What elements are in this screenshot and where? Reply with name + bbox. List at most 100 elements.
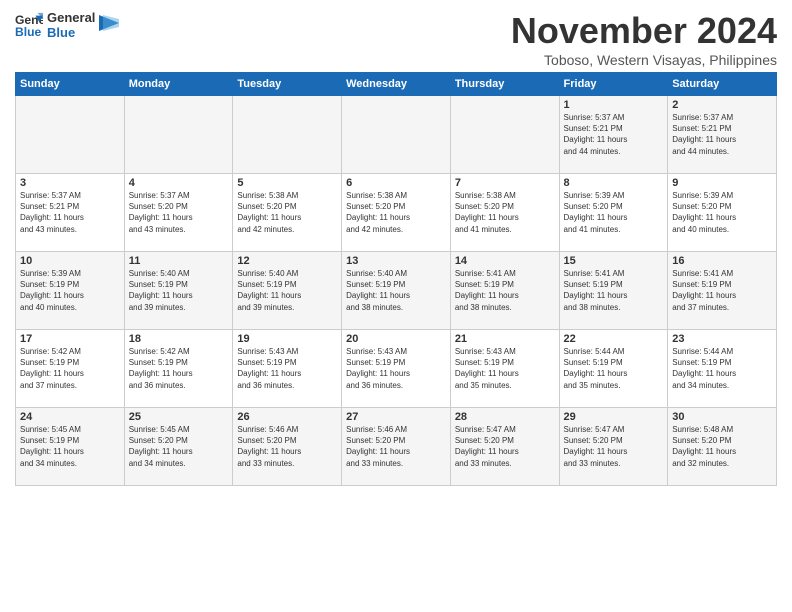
day-number: 30 <box>672 411 772 423</box>
day-cell <box>233 96 342 174</box>
day-cell: 17Sunrise: 5:42 AM Sunset: 5:19 PM Dayli… <box>16 330 125 408</box>
day-info: Sunrise: 5:39 AM Sunset: 5:19 PM Dayligh… <box>20 268 120 313</box>
day-number: 29 <box>564 411 664 423</box>
col-header-tuesday: Tuesday <box>233 73 342 96</box>
day-number: 14 <box>455 255 555 267</box>
day-info: Sunrise: 5:40 AM Sunset: 5:19 PM Dayligh… <box>237 268 337 313</box>
day-number: 16 <box>672 255 772 267</box>
header: General Blue General Blue November 2024 … <box>15 10 777 68</box>
day-info: Sunrise: 5:47 AM Sunset: 5:20 PM Dayligh… <box>455 424 555 469</box>
day-cell: 16Sunrise: 5:41 AM Sunset: 5:19 PM Dayli… <box>668 252 777 330</box>
day-cell <box>16 96 125 174</box>
day-info: Sunrise: 5:41 AM Sunset: 5:19 PM Dayligh… <box>455 268 555 313</box>
day-cell: 5Sunrise: 5:38 AM Sunset: 5:20 PM Daylig… <box>233 174 342 252</box>
day-info: Sunrise: 5:37 AM Sunset: 5:21 PM Dayligh… <box>564 112 664 157</box>
day-cell: 30Sunrise: 5:48 AM Sunset: 5:20 PM Dayli… <box>668 408 777 486</box>
day-number: 10 <box>20 255 120 267</box>
day-info: Sunrise: 5:45 AM Sunset: 5:20 PM Dayligh… <box>129 424 229 469</box>
day-number: 19 <box>237 333 337 345</box>
day-number: 1 <box>564 99 664 111</box>
day-info: Sunrise: 5:43 AM Sunset: 5:19 PM Dayligh… <box>237 346 337 391</box>
week-row-5: 24Sunrise: 5:45 AM Sunset: 5:19 PM Dayli… <box>16 408 777 486</box>
day-cell: 27Sunrise: 5:46 AM Sunset: 5:20 PM Dayli… <box>342 408 451 486</box>
day-number: 9 <box>672 177 772 189</box>
day-number: 3 <box>20 177 120 189</box>
col-header-sunday: Sunday <box>16 73 125 96</box>
month-title: November 2024 <box>511 10 777 52</box>
col-header-monday: Monday <box>124 73 233 96</box>
day-cell: 3Sunrise: 5:37 AM Sunset: 5:21 PM Daylig… <box>16 174 125 252</box>
day-cell: 28Sunrise: 5:47 AM Sunset: 5:20 PM Dayli… <box>450 408 559 486</box>
logo-icon: General Blue <box>15 11 43 39</box>
title-block: November 2024 Toboso, Western Visayas, P… <box>511 10 777 68</box>
day-number: 23 <box>672 333 772 345</box>
day-number: 2 <box>672 99 772 111</box>
day-number: 8 <box>564 177 664 189</box>
day-info: Sunrise: 5:37 AM Sunset: 5:21 PM Dayligh… <box>672 112 772 157</box>
week-row-3: 10Sunrise: 5:39 AM Sunset: 5:19 PM Dayli… <box>16 252 777 330</box>
day-info: Sunrise: 5:38 AM Sunset: 5:20 PM Dayligh… <box>237 190 337 235</box>
day-info: Sunrise: 5:44 AM Sunset: 5:19 PM Dayligh… <box>564 346 664 391</box>
day-number: 5 <box>237 177 337 189</box>
day-cell <box>124 96 233 174</box>
day-info: Sunrise: 5:41 AM Sunset: 5:19 PM Dayligh… <box>564 268 664 313</box>
day-info: Sunrise: 5:42 AM Sunset: 5:19 PM Dayligh… <box>20 346 120 391</box>
day-number: 11 <box>129 255 229 267</box>
day-info: Sunrise: 5:38 AM Sunset: 5:20 PM Dayligh… <box>455 190 555 235</box>
day-cell: 7Sunrise: 5:38 AM Sunset: 5:20 PM Daylig… <box>450 174 559 252</box>
day-number: 20 <box>346 333 446 345</box>
day-info: Sunrise: 5:47 AM Sunset: 5:20 PM Dayligh… <box>564 424 664 469</box>
day-cell: 13Sunrise: 5:40 AM Sunset: 5:19 PM Dayli… <box>342 252 451 330</box>
week-row-4: 17Sunrise: 5:42 AM Sunset: 5:19 PM Dayli… <box>16 330 777 408</box>
day-info: Sunrise: 5:37 AM Sunset: 5:20 PM Dayligh… <box>129 190 229 235</box>
day-cell: 10Sunrise: 5:39 AM Sunset: 5:19 PM Dayli… <box>16 252 125 330</box>
day-cell: 12Sunrise: 5:40 AM Sunset: 5:19 PM Dayli… <box>233 252 342 330</box>
day-info: Sunrise: 5:41 AM Sunset: 5:19 PM Dayligh… <box>672 268 772 313</box>
day-cell: 14Sunrise: 5:41 AM Sunset: 5:19 PM Dayli… <box>450 252 559 330</box>
day-cell <box>342 96 451 174</box>
day-cell <box>450 96 559 174</box>
day-info: Sunrise: 5:46 AM Sunset: 5:20 PM Dayligh… <box>346 424 446 469</box>
header-row: SundayMondayTuesdayWednesdayThursdayFrid… <box>16 73 777 96</box>
col-header-friday: Friday <box>559 73 668 96</box>
day-cell: 11Sunrise: 5:40 AM Sunset: 5:19 PM Dayli… <box>124 252 233 330</box>
day-cell: 25Sunrise: 5:45 AM Sunset: 5:20 PM Dayli… <box>124 408 233 486</box>
day-cell: 24Sunrise: 5:45 AM Sunset: 5:19 PM Dayli… <box>16 408 125 486</box>
day-cell: 22Sunrise: 5:44 AM Sunset: 5:19 PM Dayli… <box>559 330 668 408</box>
day-number: 28 <box>455 411 555 423</box>
day-info: Sunrise: 5:43 AM Sunset: 5:19 PM Dayligh… <box>346 346 446 391</box>
day-info: Sunrise: 5:46 AM Sunset: 5:20 PM Dayligh… <box>237 424 337 469</box>
day-cell: 8Sunrise: 5:39 AM Sunset: 5:20 PM Daylig… <box>559 174 668 252</box>
day-cell: 6Sunrise: 5:38 AM Sunset: 5:20 PM Daylig… <box>342 174 451 252</box>
day-info: Sunrise: 5:37 AM Sunset: 5:21 PM Dayligh… <box>20 190 120 235</box>
week-row-1: 1Sunrise: 5:37 AM Sunset: 5:21 PM Daylig… <box>16 96 777 174</box>
day-number: 22 <box>564 333 664 345</box>
day-info: Sunrise: 5:48 AM Sunset: 5:20 PM Dayligh… <box>672 424 772 469</box>
day-info: Sunrise: 5:39 AM Sunset: 5:20 PM Dayligh… <box>564 190 664 235</box>
day-number: 12 <box>237 255 337 267</box>
day-number: 6 <box>346 177 446 189</box>
col-header-saturday: Saturday <box>668 73 777 96</box>
day-info: Sunrise: 5:40 AM Sunset: 5:19 PM Dayligh… <box>346 268 446 313</box>
week-row-2: 3Sunrise: 5:37 AM Sunset: 5:21 PM Daylig… <box>16 174 777 252</box>
day-info: Sunrise: 5:43 AM Sunset: 5:19 PM Dayligh… <box>455 346 555 391</box>
logo-arrow-icon <box>99 15 119 35</box>
day-cell: 4Sunrise: 5:37 AM Sunset: 5:20 PM Daylig… <box>124 174 233 252</box>
day-number: 15 <box>564 255 664 267</box>
page-container: General Blue General Blue November 2024 … <box>0 0 792 496</box>
day-number: 24 <box>20 411 120 423</box>
logo-blue: Blue <box>47 25 95 40</box>
day-cell: 15Sunrise: 5:41 AM Sunset: 5:19 PM Dayli… <box>559 252 668 330</box>
day-info: Sunrise: 5:44 AM Sunset: 5:19 PM Dayligh… <box>672 346 772 391</box>
day-cell: 29Sunrise: 5:47 AM Sunset: 5:20 PM Dayli… <box>559 408 668 486</box>
day-number: 13 <box>346 255 446 267</box>
day-info: Sunrise: 5:40 AM Sunset: 5:19 PM Dayligh… <box>129 268 229 313</box>
col-header-wednesday: Wednesday <box>342 73 451 96</box>
day-info: Sunrise: 5:45 AM Sunset: 5:19 PM Dayligh… <box>20 424 120 469</box>
day-number: 26 <box>237 411 337 423</box>
logo-general: General <box>47 10 95 25</box>
day-cell: 23Sunrise: 5:44 AM Sunset: 5:19 PM Dayli… <box>668 330 777 408</box>
day-info: Sunrise: 5:38 AM Sunset: 5:20 PM Dayligh… <box>346 190 446 235</box>
day-number: 7 <box>455 177 555 189</box>
day-cell: 21Sunrise: 5:43 AM Sunset: 5:19 PM Dayli… <box>450 330 559 408</box>
